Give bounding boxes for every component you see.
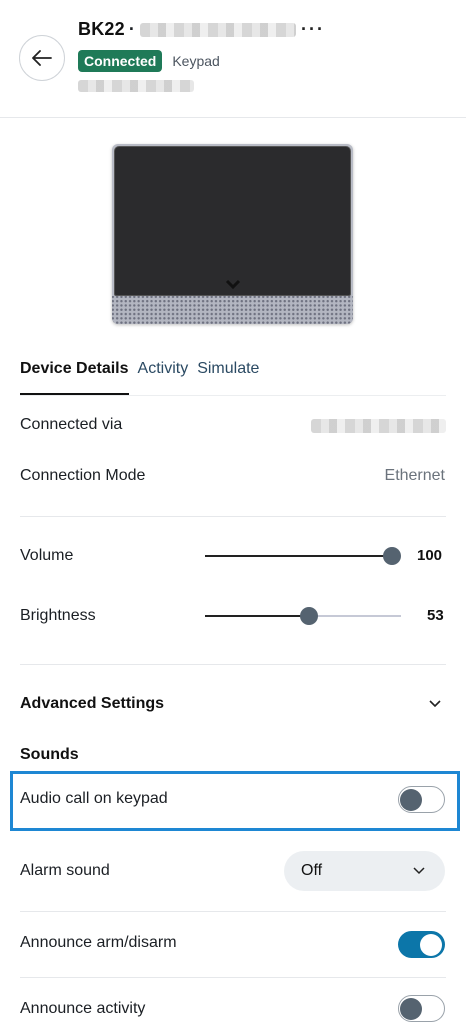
brightness-slider-fill bbox=[205, 615, 309, 617]
redacted-device-id bbox=[139, 22, 296, 37]
connection-mode-label: Connection Mode bbox=[20, 467, 146, 484]
toggle-knob bbox=[420, 933, 442, 956]
speaker-grill bbox=[112, 296, 353, 324]
audio-call-label: Audio call on keypad bbox=[20, 790, 168, 807]
more-options-button[interactable]: ··· bbox=[301, 19, 325, 40]
sounds-section-title: Sounds bbox=[20, 746, 79, 763]
status-badge: Connected bbox=[78, 50, 163, 72]
volume-value: 100 bbox=[417, 547, 443, 564]
tab-bar: Device Details Activity Simulate bbox=[20, 360, 268, 395]
details-divider bbox=[20, 516, 446, 517]
volume-slider-thumb[interactable] bbox=[383, 547, 401, 565]
advanced-settings-header[interactable]: Advanced Settings bbox=[20, 695, 164, 713]
announce-divider bbox=[20, 977, 446, 978]
arrow-left-icon bbox=[32, 50, 52, 66]
volume-slider[interactable] bbox=[205, 546, 401, 566]
device-type-label: Keypad bbox=[172, 53, 220, 69]
title-separator: · bbox=[128, 19, 135, 39]
connection-mode-value: Ethernet bbox=[384, 467, 445, 484]
toggle-knob bbox=[400, 789, 422, 811]
redacted-connected-via bbox=[311, 419, 446, 433]
announce-activity-toggle[interactable] bbox=[398, 995, 445, 1022]
toggle-knob bbox=[400, 998, 422, 1020]
chevron-down-icon bbox=[225, 279, 241, 290]
alarm-sound-value: Off bbox=[301, 862, 323, 879]
back-button[interactable] bbox=[19, 35, 65, 81]
announce-activity-label: Announce activity bbox=[20, 1000, 146, 1017]
page-header: BK22 · ··· Connected Keypad bbox=[0, 0, 466, 118]
volume-label: Volume bbox=[20, 547, 74, 564]
chevron-down-icon[interactable] bbox=[427, 699, 443, 709]
volume-slider-fill bbox=[205, 555, 392, 557]
sliders-divider bbox=[20, 664, 446, 665]
alarm-sound-select[interactable]: Off bbox=[284, 851, 445, 891]
tabs-divider bbox=[20, 395, 446, 396]
audio-call-toggle[interactable] bbox=[398, 786, 445, 813]
brightness-label: Brightness bbox=[20, 607, 96, 624]
announce-arm-toggle[interactable] bbox=[398, 931, 445, 958]
brightness-slider[interactable] bbox=[205, 606, 401, 626]
chevron-down-icon bbox=[413, 867, 425, 875]
keypad-screen bbox=[114, 146, 351, 296]
brightness-value: 53 bbox=[427, 607, 444, 624]
brightness-slider-thumb[interactable] bbox=[299, 607, 318, 625]
announce-arm-label: Announce arm/disarm bbox=[20, 934, 177, 951]
tab-device-details[interactable]: Device Details bbox=[20, 360, 129, 395]
device-name: BK22 bbox=[78, 19, 125, 39]
connected-via-label: Connected via bbox=[20, 416, 123, 433]
keypad-device-image bbox=[112, 144, 353, 324]
alarm-sound-label: Alarm sound bbox=[20, 862, 110, 879]
alarm-divider bbox=[20, 911, 446, 912]
redacted-subtitle bbox=[78, 80, 194, 92]
tab-simulate[interactable]: Simulate bbox=[197, 360, 259, 378]
tab-activity[interactable]: Activity bbox=[138, 360, 189, 378]
